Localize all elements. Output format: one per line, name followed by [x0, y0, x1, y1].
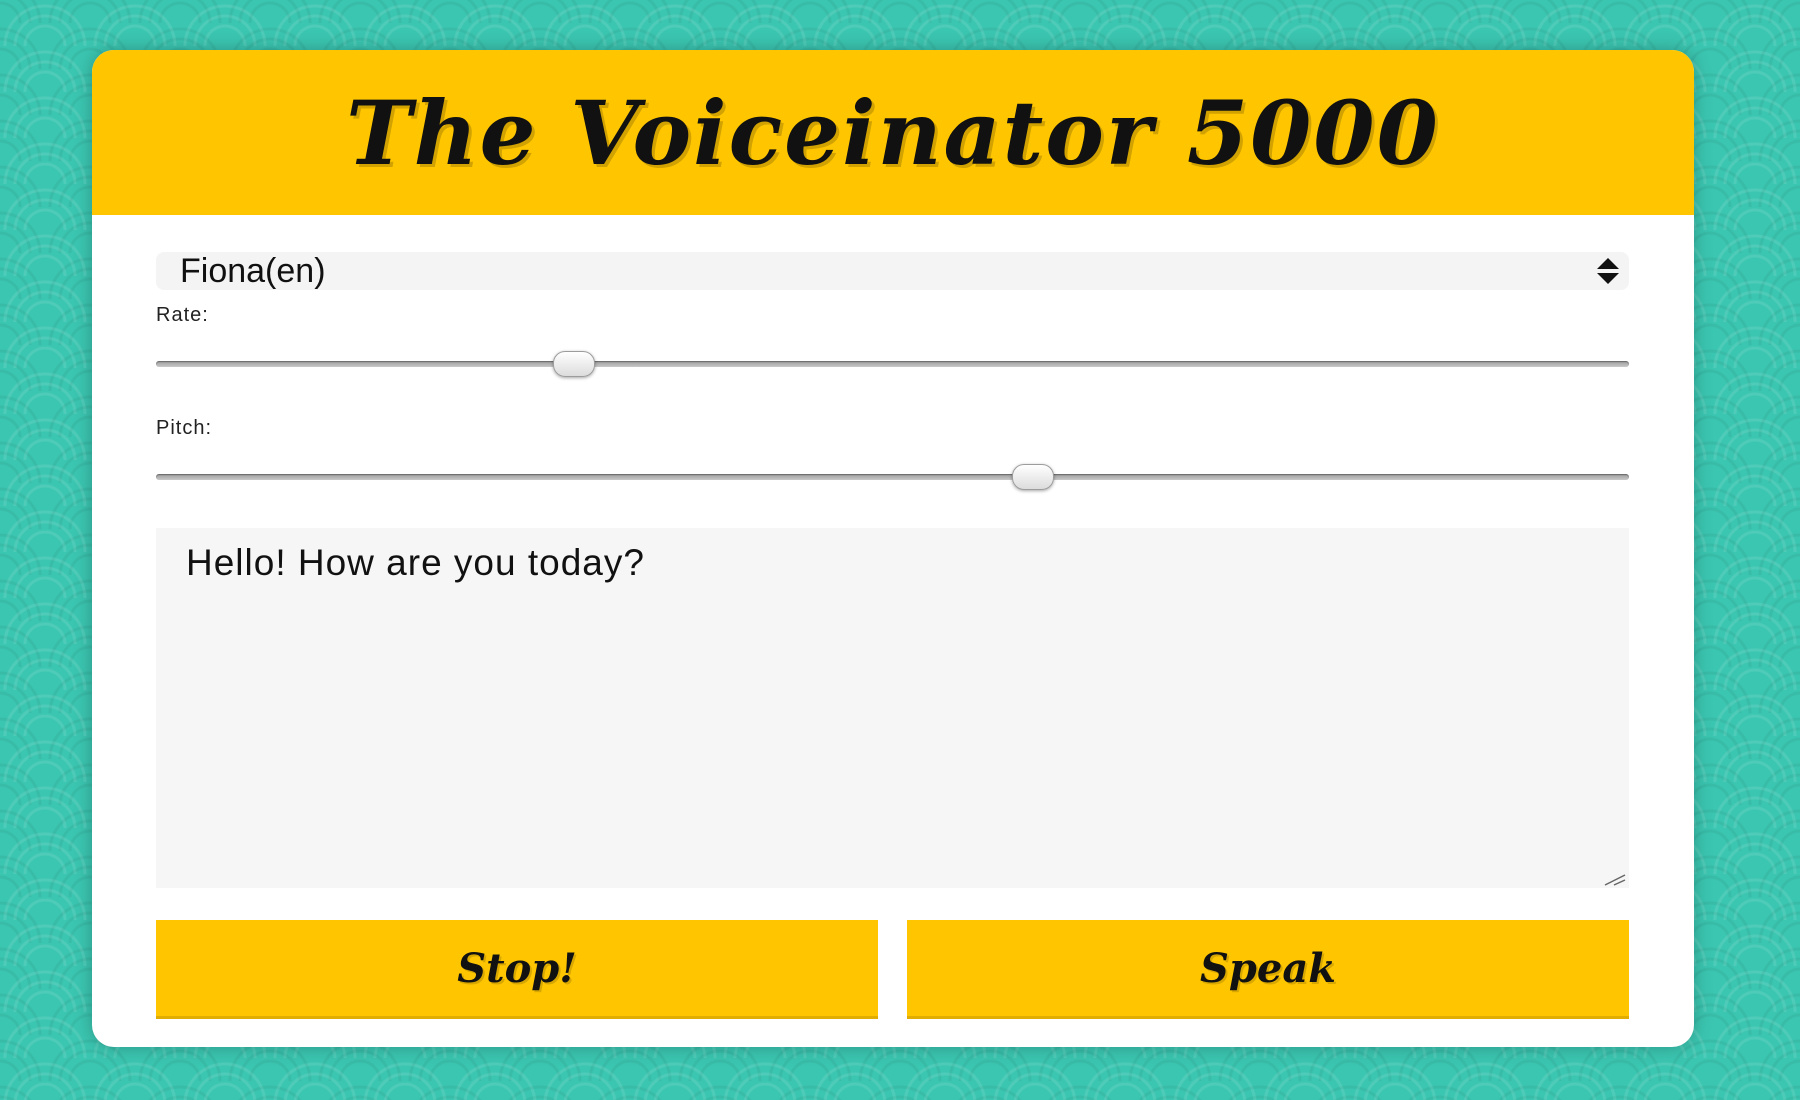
message-textarea[interactable]: Hello! How are you today?	[156, 528, 1629, 888]
voice-form: Fiona(en) Rate: Pitch: Hello! How are yo…	[156, 252, 1629, 1016]
voiceinator-card: The Voiceinator 5000 Fiona(en) Rate: Pit…	[92, 50, 1694, 1047]
app-title: The Voiceinator 5000	[346, 80, 1440, 185]
pitch-slider-track[interactable]	[156, 474, 1629, 480]
pitch-slider[interactable]	[156, 462, 1629, 492]
voice-select[interactable]: Fiona(en)	[156, 252, 1629, 290]
message-text: Hello! How are you today?	[186, 542, 645, 583]
pitch-label: Pitch:	[156, 417, 213, 439]
rate-slider[interactable]	[156, 349, 1629, 379]
stop-button[interactable]: Stop!	[156, 920, 878, 1016]
button-row: Stop! Speak	[156, 920, 1629, 1016]
resize-grip-icon[interactable]	[1601, 872, 1627, 886]
speak-button[interactable]: Speak	[907, 920, 1629, 1016]
rate-slider-track[interactable]	[156, 361, 1629, 367]
rate-slider-thumb[interactable]	[552, 351, 595, 377]
voice-select-value: Fiona(en)	[180, 251, 326, 290]
header-banner: The Voiceinator 5000	[92, 50, 1694, 215]
up-down-arrows-icon	[1597, 258, 1619, 284]
rate-label: Rate:	[156, 304, 209, 326]
pitch-slider-thumb[interactable]	[1012, 464, 1055, 490]
